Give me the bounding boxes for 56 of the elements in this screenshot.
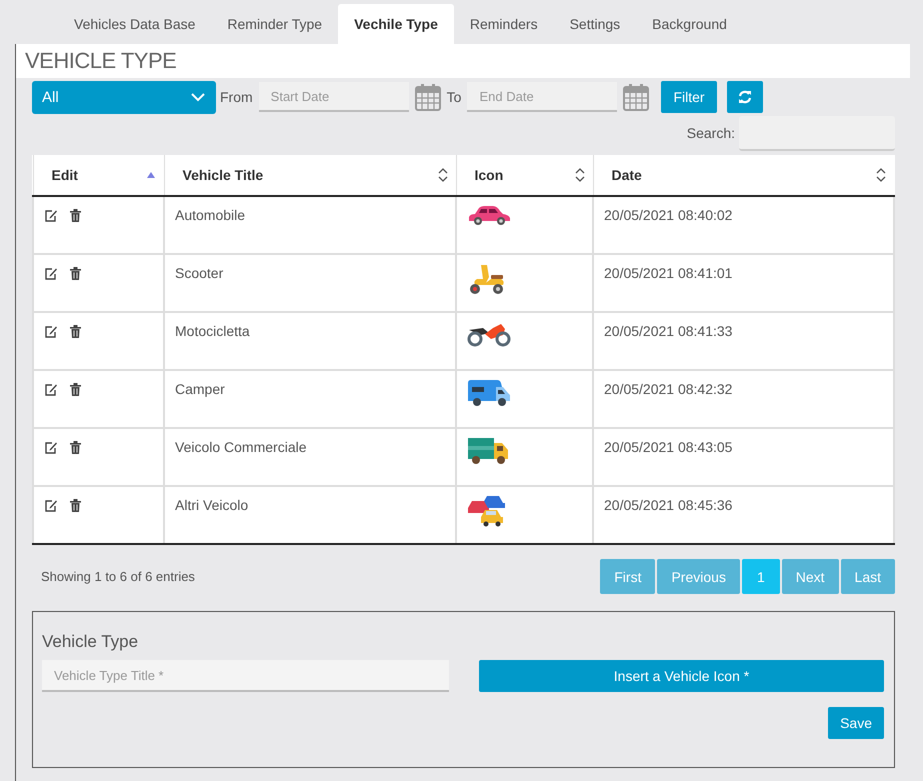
edit-icon[interactable]: [44, 209, 58, 222]
trash-icon[interactable]: [70, 441, 81, 454]
edit-icon[interactable]: [44, 325, 58, 338]
entries-info: Showing 1 to 6 of 6 entries: [41, 569, 195, 584]
search-field[interactable]: [739, 116, 895, 150]
table-cell: 20/05/2021 08:42:32: [604, 381, 732, 397]
to-label: To: [446, 89, 462, 105]
tab[interactable]: Settings: [554, 4, 636, 44]
edit-icon[interactable]: [44, 441, 58, 454]
tab[interactable]: Vechile Type: [338, 4, 454, 44]
edit-icon[interactable]: [44, 267, 58, 280]
insert-icon-button[interactable]: Insert a Vehicle Icon *: [479, 660, 884, 692]
column-header[interactable]: Date: [593, 155, 894, 196]
tab[interactable]: Reminders: [454, 4, 554, 44]
column-header[interactable]: Icon: [456, 155, 593, 196]
trash-icon[interactable]: [70, 499, 81, 512]
truck-icon: [467, 437, 509, 467]
table-cell: 20/05/2021 08:43:05: [604, 439, 732, 455]
column-header[interactable]: Edit: [33, 155, 164, 196]
camper-icon: [467, 379, 511, 409]
car-icon: [467, 205, 511, 227]
title-field[interactable]: Vehicle Type Title *: [42, 660, 449, 692]
table-cell: 20/05/2021 08:41:01: [604, 265, 732, 281]
refresh-button[interactable]: [726, 81, 763, 113]
table-cell: Automobile: [175, 207, 246, 223]
edit-icon[interactable]: [44, 383, 58, 396]
table-cell: 20/05/2021 08:45:36: [604, 497, 732, 513]
table-cell: Scooter: [175, 265, 224, 281]
page-title: VEHICLE TYPE: [25, 48, 176, 74]
chevron-down-icon: [190, 92, 206, 102]
filter-button[interactable]: Filter: [661, 81, 717, 113]
type-select[interactable]: All: [32, 80, 216, 114]
table-cell: 20/05/2021 08:41:33: [604, 323, 732, 339]
table-cell: Motocicletta: [175, 323, 250, 339]
tab[interactable]: Reminder Type: [211, 4, 338, 44]
trash-icon[interactable]: [70, 209, 81, 222]
edit-icon[interactable]: [44, 499, 58, 512]
table-cell: Altri Veicolo: [175, 497, 248, 513]
trash-icon[interactable]: [70, 267, 81, 280]
column-header[interactable]: Vehicle Title: [164, 155, 456, 196]
trash-icon[interactable]: [70, 383, 81, 396]
search-label: Search:: [686, 125, 735, 141]
trash-icon[interactable]: [70, 325, 81, 338]
end-date-field[interactable]: End Date: [467, 82, 618, 112]
motorcycle-icon: [467, 321, 511, 347]
refresh-icon: [738, 90, 752, 104]
form-title: Vehicle Type: [42, 632, 140, 652]
table-cell: Veicolo Commerciale: [175, 439, 306, 455]
tab[interactable]: Vehicles Data Base: [58, 4, 212, 44]
tab[interactable]: Background: [636, 4, 743, 44]
start-date-field[interactable]: Start Date: [258, 82, 409, 112]
cars-icon: [467, 495, 507, 527]
save-button[interactable]: Save: [828, 707, 884, 739]
from-label: From: [220, 89, 253, 105]
table-cell: Camper: [175, 381, 225, 397]
table-cell: 20/05/2021 08:40:02: [604, 207, 732, 223]
